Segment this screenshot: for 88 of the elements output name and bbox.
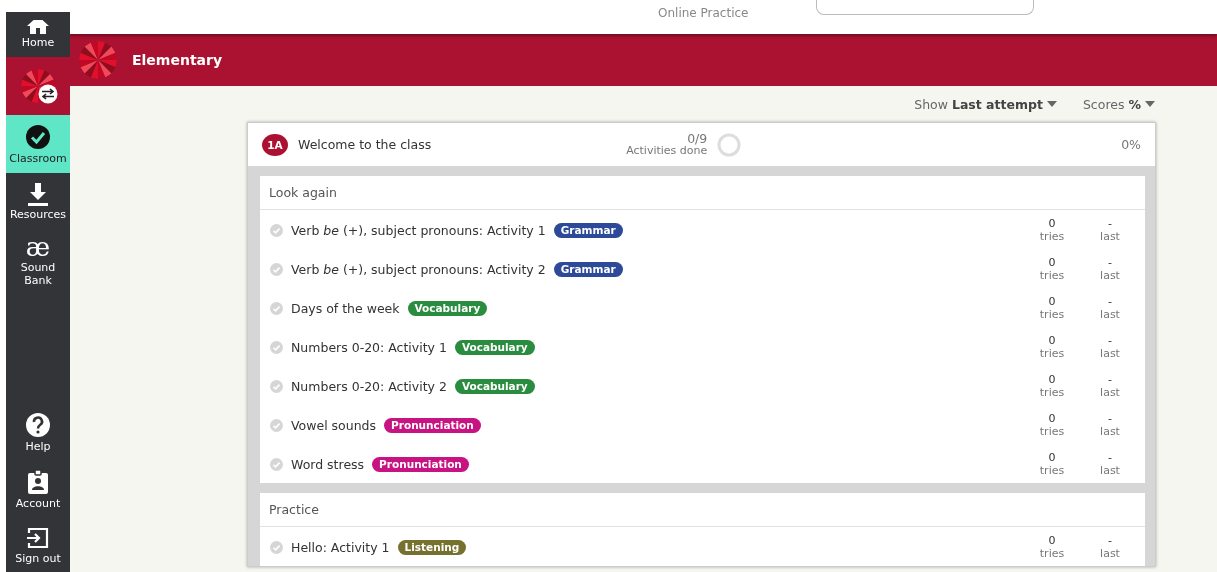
last-score: - — [1108, 295, 1112, 308]
skill-tag: Vocabulary — [454, 339, 535, 355]
activity-title[interactable]: Numbers 0-20: Activity 1 — [291, 339, 447, 355]
course-logo-icon — [78, 40, 118, 80]
last-label: last — [1100, 347, 1120, 360]
classroom-nav-item[interactable]: Classroom — [6, 115, 70, 173]
download-icon — [27, 182, 49, 206]
unit-title[interactable]: Welcome to the class — [298, 137, 432, 152]
activity-title[interactable]: Hello: Activity 1 — [291, 539, 390, 555]
tries-label: tries — [1039, 547, 1065, 560]
last-score: - — [1108, 412, 1112, 425]
progress-ring — [717, 132, 742, 157]
status-check-icon — [270, 223, 283, 237]
last-label: last — [1100, 269, 1120, 282]
home-icon — [26, 20, 50, 34]
badge-person-icon — [27, 468, 49, 495]
tries-count: 0 — [1048, 217, 1056, 230]
tries-count: 0 — [1048, 373, 1056, 386]
last-label: last — [1100, 308, 1120, 321]
activity-title[interactable]: Numbers 0-20: Activity 2 — [291, 378, 447, 394]
resources-nav-item[interactable]: Resources — [6, 173, 70, 230]
home-nav-item[interactable]: Home — [6, 12, 70, 57]
tries-label: tries — [1039, 464, 1065, 477]
status-check-icon — [270, 457, 283, 471]
tries-label: tries — [1039, 425, 1065, 438]
sound-bank-glyph: æ — [25, 235, 51, 259]
activity-title[interactable]: Verb be (+), subject pronouns: Activity 2 — [291, 261, 546, 277]
skill-tag: Grammar — [553, 222, 623, 238]
soundbank-nav-item[interactable]: æ Sound Bank — [6, 230, 70, 292]
help-icon — [25, 411, 51, 438]
tries-label: tries — [1039, 347, 1065, 360]
status-check-icon — [270, 418, 283, 432]
skill-tag: Vocabulary — [454, 378, 535, 394]
unit-score: 0% — [1121, 137, 1141, 152]
show-dropdown[interactable]: Show Last attempt — [914, 96, 1057, 112]
tries-count: 0 — [1048, 412, 1056, 425]
tries-count: 0 — [1048, 256, 1056, 269]
last-label: last — [1100, 464, 1120, 477]
tries-label: tries — [1039, 308, 1065, 321]
skill-tag: Grammar — [553, 261, 623, 277]
last-label: last — [1100, 386, 1120, 399]
done-count: 0/9 — [687, 132, 708, 145]
tries-label: tries — [1039, 386, 1065, 399]
scores-dropdown[interactable]: Scores % — [1082, 96, 1155, 112]
status-check-icon — [270, 540, 283, 554]
signout-nav-item[interactable]: Sign out — [6, 518, 70, 572]
check-circle-icon — [25, 123, 51, 150]
tries-count: 0 — [1048, 534, 1056, 547]
tries-count: 0 — [1048, 334, 1056, 347]
last-label: last — [1100, 230, 1120, 243]
status-check-icon — [270, 301, 283, 315]
site-label: Online Practice — [658, 6, 749, 20]
caret-icon — [1046, 101, 1057, 107]
help-nav-item[interactable]: Help — [6, 404, 70, 460]
section-title: Practice — [260, 493, 1145, 527]
skill-tag: Pronunciation — [384, 417, 481, 433]
last-score: - — [1108, 217, 1112, 230]
caret-icon — [1145, 101, 1155, 107]
unit-badge: 1A — [262, 133, 288, 156]
done-label: Activities done — [626, 144, 708, 157]
last-label: last — [1100, 425, 1120, 438]
skill-tag: Listening — [397, 539, 467, 555]
switch-course-button[interactable] — [6, 57, 70, 115]
last-score: - — [1108, 373, 1112, 386]
tries-count: 0 — [1048, 451, 1056, 464]
status-check-icon — [270, 379, 283, 393]
activity-title[interactable]: Days of the week — [291, 300, 400, 316]
account-nav-item[interactable]: Account — [6, 460, 70, 518]
tries-label: tries — [1039, 269, 1065, 282]
tries-count: 0 — [1048, 295, 1056, 308]
activity-title[interactable]: Word stress — [291, 456, 365, 472]
last-score: - — [1108, 534, 1112, 547]
course-title: Elementary — [132, 52, 223, 68]
section-title: Look again — [260, 176, 1145, 210]
tries-label: tries — [1039, 230, 1065, 243]
activity-title[interactable]: Verb be (+), subject pronouns: Activity 1 — [291, 222, 546, 238]
status-check-icon — [270, 340, 283, 354]
sign-out-icon — [26, 525, 50, 550]
search-field[interactable] — [816, 0, 1035, 15]
last-score: - — [1108, 256, 1112, 269]
status-check-icon — [270, 262, 283, 276]
skill-tag: Vocabulary — [407, 300, 488, 316]
activity-title[interactable]: Vowel sounds — [291, 417, 377, 433]
swap-icon — [38, 84, 58, 104]
skill-tag: Pronunciation — [372, 456, 469, 472]
last-score: - — [1108, 451, 1112, 464]
last-label: last — [1100, 547, 1120, 560]
last-score: - — [1108, 334, 1112, 347]
